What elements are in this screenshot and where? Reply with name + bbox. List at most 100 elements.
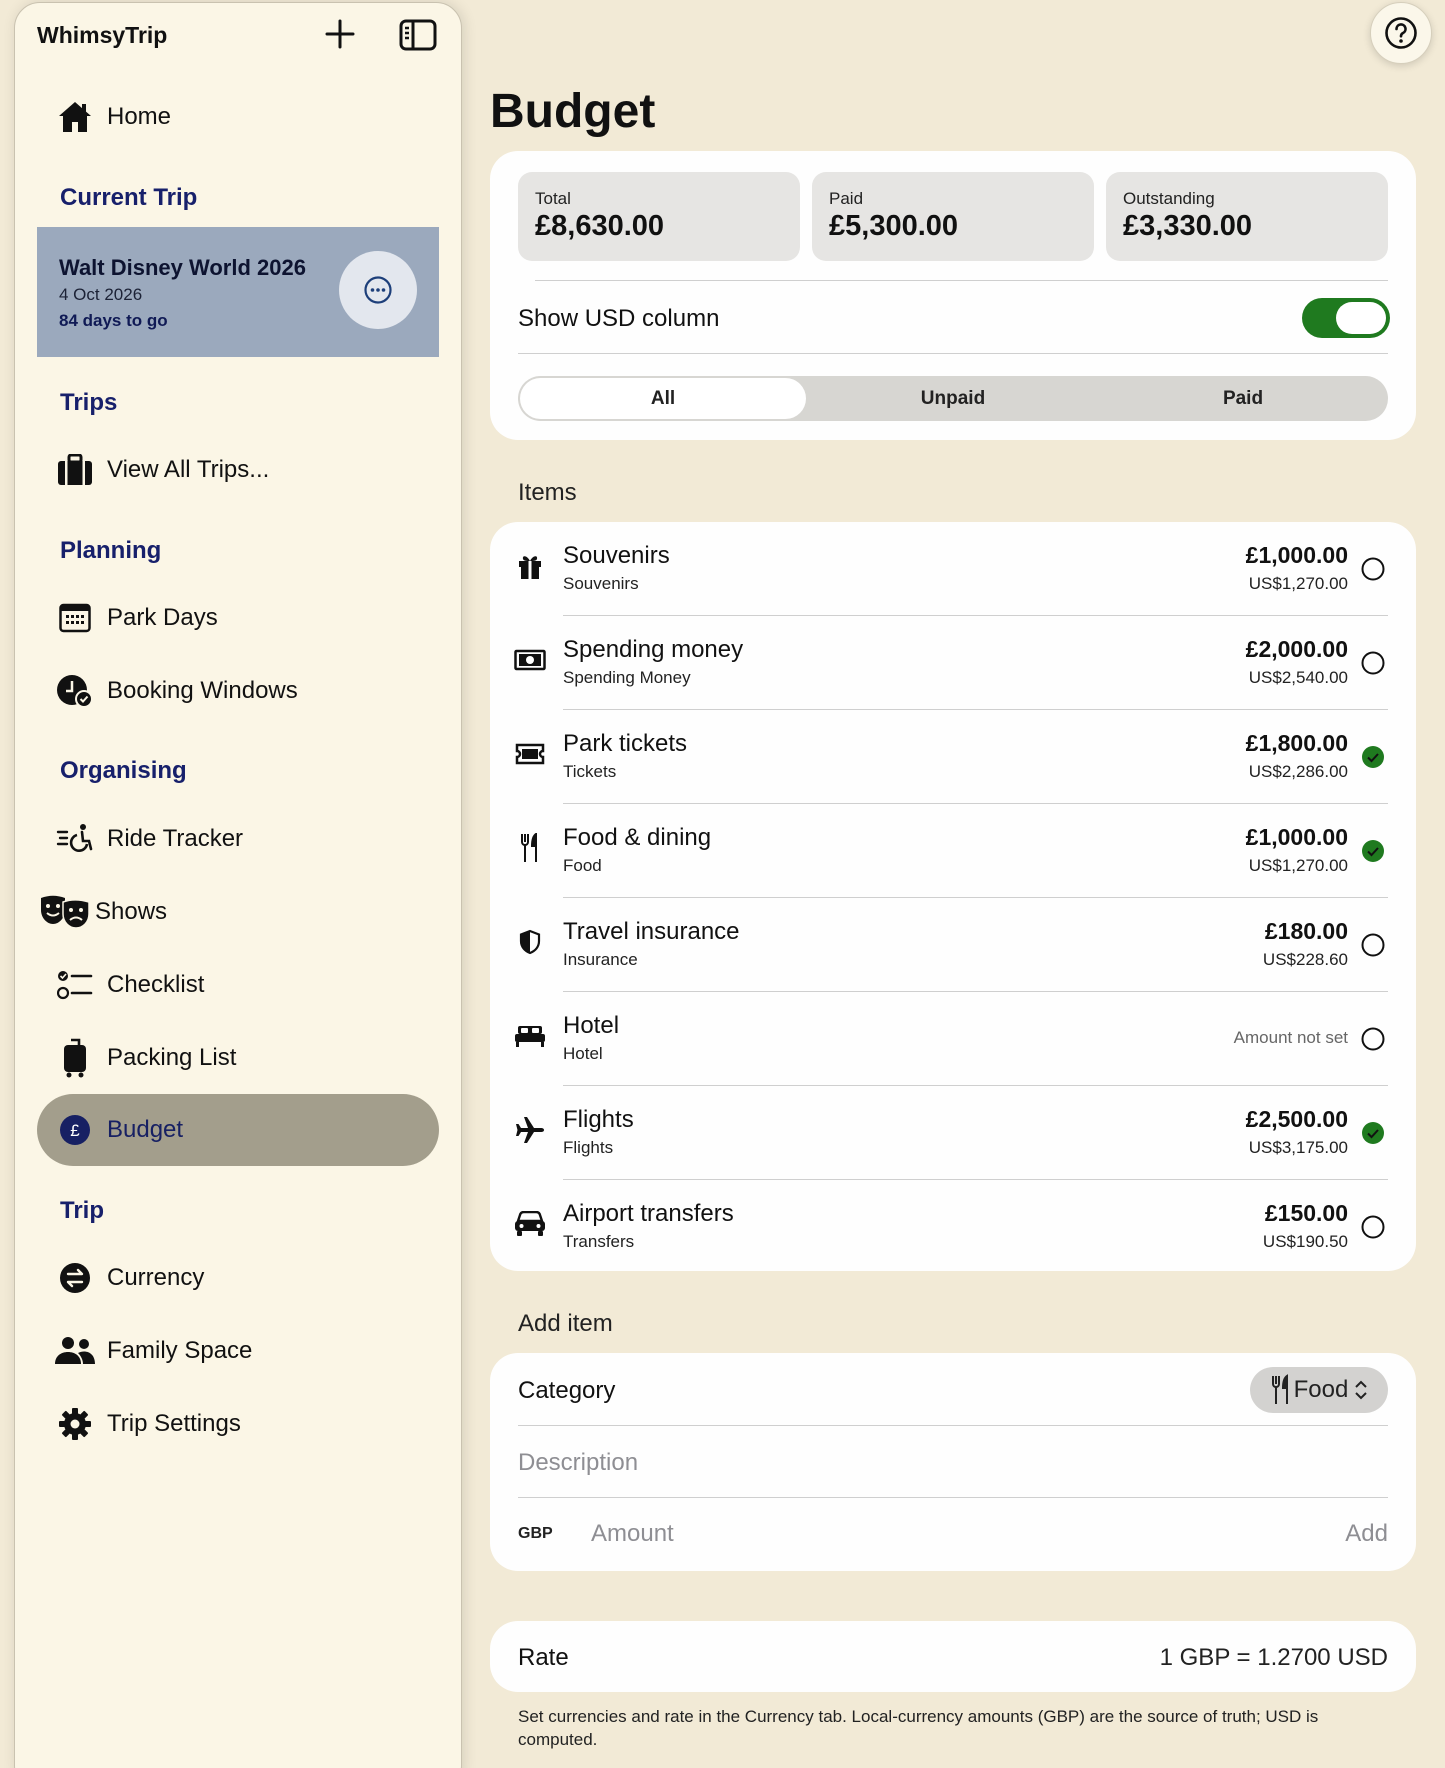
- suitcase-icon: [51, 450, 99, 490]
- sidebar-item-booking-windows[interactable]: Booking Windows: [37, 655, 439, 727]
- add-trip-button[interactable]: [323, 17, 357, 51]
- add-button[interactable]: Add: [1345, 1520, 1388, 1548]
- divider: [518, 353, 1388, 354]
- paid-value: £5,300.00: [829, 210, 959, 242]
- plus-icon: [325, 19, 355, 49]
- airplane-icon: [512, 1112, 548, 1148]
- trip-date: 4 Oct 2026: [59, 285, 143, 304]
- footnote: Set currencies and rate in the Currency …: [518, 1707, 1319, 1749]
- sidebar-item-trip-settings[interactable]: Trip Settings: [37, 1388, 439, 1460]
- sidebar-item-view-all-trips[interactable]: View All Trips...: [37, 434, 439, 506]
- gift-icon: [512, 548, 548, 584]
- trip-countdown: 84 days to go: [59, 311, 168, 330]
- house-icon: [51, 97, 99, 137]
- people-icon: [51, 1331, 99, 1371]
- unpaid-circle-icon[interactable]: [1361, 557, 1385, 581]
- list-item[interactable]: Travel insurance Insurance £180.00 US$22…: [490, 898, 1416, 992]
- sidebar-item-home[interactable]: Home: [37, 81, 439, 153]
- paid-checkmark-icon[interactable]: [1361, 745, 1385, 769]
- category-picker[interactable]: Food: [1250, 1367, 1388, 1413]
- add-item-header: Add item: [518, 1310, 613, 1337]
- list-item[interactable]: Airport transfers Transfers £150.00 US$1…: [490, 1180, 1416, 1274]
- sidebar-toggle-button[interactable]: [399, 19, 437, 51]
- unpaid-circle-icon[interactable]: [1361, 651, 1385, 675]
- paid-checkmark-icon[interactable]: [1361, 839, 1385, 863]
- unpaid-circle-icon[interactable]: [1361, 1215, 1385, 1239]
- show-usd-label: Show USD column: [518, 305, 720, 332]
- items-list: Souvenirs Souvenirs £1,000.00 US$1,270.0…: [490, 522, 1416, 1271]
- accessibility-fast-icon: [51, 819, 99, 859]
- unpaid-circle-icon[interactable]: [1361, 1027, 1385, 1051]
- sidebar-icon: [399, 19, 437, 51]
- section-organising: Organising: [60, 757, 187, 784]
- section-current-trip: Current Trip: [60, 184, 198, 211]
- budget-summary-card: Total £8,630.00 Paid £5,300.00 Outstandi…: [490, 151, 1416, 440]
- sidebar-item-packing-list[interactable]: Packing List: [37, 1022, 439, 1094]
- divider: [535, 280, 1388, 281]
- ellipsis-circle-icon: [364, 276, 392, 304]
- ticket-icon: [512, 736, 548, 772]
- rate-label: Rate: [518, 1644, 569, 1671]
- category-value: Food: [1293, 1376, 1349, 1403]
- bed-icon: [512, 1018, 548, 1054]
- sidebar-toolbar: WhimsyTrip: [15, 3, 461, 67]
- list-item[interactable]: Hotel Hotel Amount not set: [490, 992, 1416, 1086]
- sidebar: WhimsyTrip Home Current Trip Walt Disney…: [14, 2, 462, 1768]
- sidebar-item-checklist[interactable]: Checklist: [37, 949, 439, 1021]
- list-item[interactable]: Souvenirs Souvenirs £1,000.00 US$1,270.0…: [490, 522, 1416, 616]
- car-icon: [512, 1206, 548, 1242]
- fork-knife-icon: [512, 830, 548, 866]
- gear-icon: [51, 1404, 99, 1444]
- sidebar-item-ride-tracker[interactable]: Ride Tracker: [37, 803, 439, 875]
- sidebar-item-family-space[interactable]: Family Space: [37, 1315, 439, 1387]
- help-button[interactable]: [1370, 2, 1432, 64]
- show-usd-toggle[interactable]: [1302, 298, 1390, 338]
- currency-exchange-icon: [51, 1258, 99, 1298]
- currency-code: GBP: [518, 1525, 553, 1542]
- shield-icon: [512, 924, 548, 960]
- outstanding-value: £3,330.00: [1123, 210, 1253, 242]
- items-header: Items: [518, 479, 577, 506]
- unpaid-circle-icon[interactable]: [1361, 933, 1385, 957]
- add-item-form: Category Food Description GBP Amount Add: [490, 1353, 1416, 1571]
- sidebar-item-shows[interactable]: Shows: [37, 876, 439, 948]
- app-title: WhimsyTrip: [37, 22, 168, 48]
- description-input[interactable]: Description: [518, 1449, 638, 1477]
- list-item[interactable]: Spending money Spending Money £2,000.00 …: [490, 616, 1416, 710]
- calendar-icon: [51, 598, 99, 638]
- chevron-up-down-icon: [1355, 1380, 1368, 1400]
- sidebar-item-currency[interactable]: Currency: [37, 1242, 439, 1314]
- segment-unpaid[interactable]: Unpaid: [808, 376, 1098, 421]
- segment-paid[interactable]: Paid: [1098, 376, 1388, 421]
- banknote-icon: [512, 642, 548, 678]
- paid-stat: Paid £5,300.00: [812, 172, 1094, 261]
- current-trip-card[interactable]: Walt Disney World 2026 4 Oct 2026 84 day…: [37, 227, 439, 357]
- section-planning: Planning: [60, 537, 162, 564]
- sidebar-item-park-days[interactable]: Park Days: [37, 582, 439, 654]
- total-stat: Total £8,630.00: [518, 172, 800, 261]
- fork-knife-icon: [1271, 1374, 1288, 1404]
- theatre-masks-icon: [37, 892, 93, 932]
- luggage-icon: [51, 1038, 99, 1078]
- question-circle-icon: [1385, 17, 1417, 49]
- sidebar-item-budget[interactable]: £ Budget: [37, 1094, 439, 1166]
- category-label: Category: [518, 1377, 616, 1404]
- outstanding-stat: Outstanding £3,330.00: [1106, 172, 1388, 261]
- amount-not-set: Amount not set: [1233, 1028, 1348, 1047]
- list-item[interactable]: Food & dining Food £1,000.00 US$1,270.00: [490, 804, 1416, 898]
- svg-text:£: £: [70, 1121, 80, 1140]
- checklist-icon: [51, 965, 99, 1005]
- list-item[interactable]: Park tickets Tickets £1,800.00 US$2,286.…: [490, 710, 1416, 804]
- total-value: £8,630.00: [535, 210, 665, 242]
- pound-circle-icon: £: [51, 1110, 99, 1150]
- paid-checkmark-icon[interactable]: [1361, 1121, 1385, 1145]
- trip-name: Walt Disney World 2026: [59, 255, 306, 280]
- rate-card: Rate 1 GBP = 1.2700 USD: [490, 1621, 1416, 1692]
- divider: [518, 1497, 1388, 1498]
- trip-more-button[interactable]: [339, 251, 417, 329]
- list-item[interactable]: Flights Flights £2,500.00 US$3,175.00: [490, 1086, 1416, 1180]
- rate-value: 1 GBP = 1.2700 USD: [1159, 1644, 1388, 1671]
- segment-all[interactable]: All: [520, 378, 806, 419]
- amount-input[interactable]: Amount: [591, 1520, 674, 1548]
- section-trip: Trip: [60, 1197, 105, 1224]
